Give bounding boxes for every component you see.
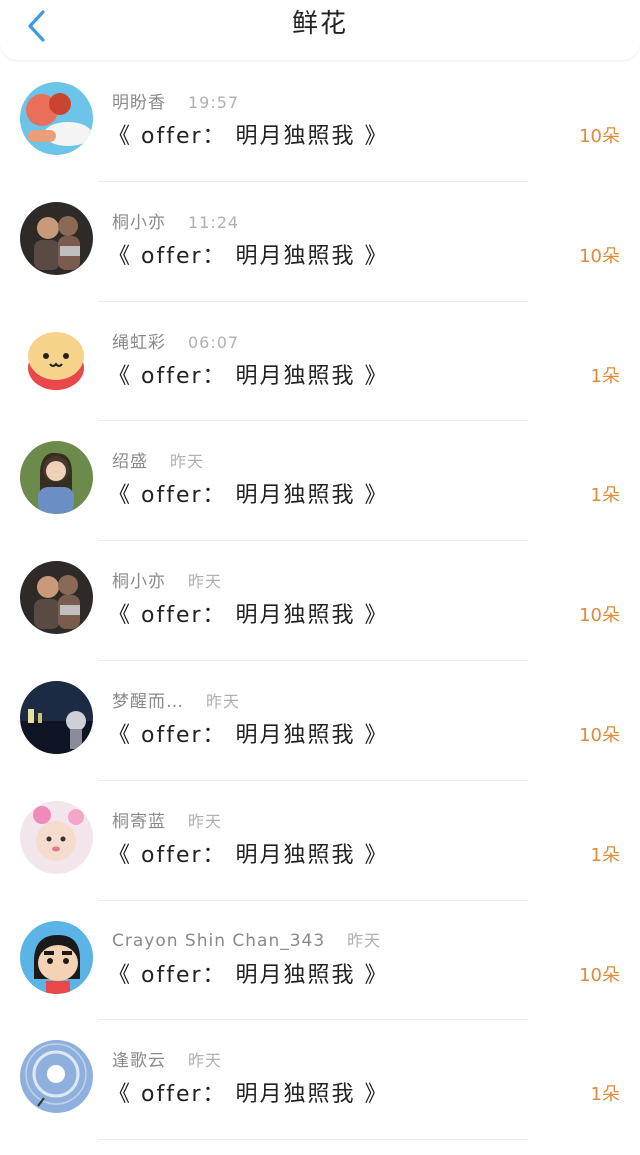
girl-photo-avatar [20,441,93,515]
avatar[interactable] [20,680,93,754]
avatar[interactable] [20,920,93,994]
baby-photo-avatar [20,800,93,874]
message-text: 《 offer： 明月独照我 》 [108,1082,389,1108]
avatar[interactable] [20,201,93,275]
cartoon-illustration-avatar [20,82,93,155]
message-text: 《 offer： 明月独照我 》 [108,243,389,269]
page-title: 鲜花 [291,9,348,39]
sender-name[interactable]: 明盼香 [112,88,166,113]
flower-count: 1朵 [590,1084,620,1106]
list-item[interactable]: 明盼香 19:57 《 offer： 明月独照我 》 10朵 [0,62,640,182]
list-item[interactable]: 梦醒而… 昨天《 offer： 明月独照我 》 10朵 [0,661,640,781]
timestamp: 昨天 [188,572,223,592]
avatar[interactable] [20,561,93,635]
sender-name[interactable]: Crayon Shin Chan_343 [112,931,325,951]
list-item[interactable]: 桐小亦 11:24 《 offer： 明月独照我 》 10朵 [0,182,640,302]
flower-list-page: 鲜花 明盼香 19:57 《 offer： 明月独照我 》 10朵 桐小亦 11:24 《 … [0,0,640,1155]
sender-name[interactable]: 梦醒而… [112,687,184,712]
avatar[interactable] [20,82,93,155]
list-item[interactable]: Crayon Shin Chan_343 昨天《 offer： 明月独照我 》 10… [0,901,640,1021]
flower-count: 10朵 [579,605,620,627]
list-item[interactable]: 绍盛 昨天《 offer： 明月独照我 》 1朵 [0,421,640,542]
flower-count: 10朵 [579,724,620,746]
sky-halo-avatar [20,1040,93,1114]
avatar[interactable] [20,321,93,395]
timestamp: 11:24 [188,212,240,232]
message-text: 《 offer： 明月独照我 》 [108,363,389,389]
timestamp: 昨天 [170,452,205,472]
sender-name[interactable]: 逢歌云 [112,1046,166,1071]
timestamp: 昨天 [188,811,223,831]
sender-name[interactable]: 绳虹彩 [112,328,166,353]
couple-photo-avatar [20,561,93,635]
sender-info: 桐小亦 昨天 [112,567,222,592]
timestamp: 06:07 [188,332,240,352]
sender-name[interactable]: 桐寄蓝 [112,807,166,832]
sender-info: 绳虹彩 06:07 [112,328,239,353]
flower-count: 1朵 [590,844,620,866]
sender-name[interactable]: 桐小亦 [112,567,166,592]
list-item[interactable]: 桐寄蓝 昨天《 offer： 明月独照我 》 1朵 [0,781,640,901]
sender-info: 绍盛 昨天 [112,447,204,472]
crayon-shinchan-avatar [20,920,93,994]
sender-info: 梦醒而… 昨天 [112,687,240,712]
timestamp: 昨天 [347,930,382,950]
sender-info: 桐小亦 11:24 [112,208,239,233]
top-bar: 鲜花 [0,0,640,60]
cute-cartoon-face-avatar [20,321,93,395]
avatar[interactable] [20,441,93,515]
timestamp: 19:57 [188,93,240,112]
sender-info: Crayon Shin Chan_343 昨天 [112,927,381,951]
list-item[interactable]: 逢歌云 昨天《 offer： 明月独照我 》 1朵 [0,1020,640,1141]
message-text: 《 offer： 明月独照我 》 [108,842,389,868]
timestamp: 昨天 [188,1051,223,1071]
avatar[interactable] [20,1040,93,1114]
gift-list: 明盼香 19:57 《 offer： 明月独照我 》 10朵 桐小亦 11:24 《 off… [0,62,640,1141]
message-text: 《 offer： 明月独照我 》 [108,483,389,509]
avatar[interactable] [20,800,93,874]
flower-count: 1朵 [590,485,620,507]
flower-count: 1朵 [590,365,620,387]
flower-count: 10朵 [579,126,620,147]
message-text: 《 offer： 明月独照我 》 [108,962,389,988]
flower-count: 10朵 [579,245,620,267]
couple-photo-avatar [20,201,93,275]
list-item[interactable]: 绳虹彩 06:07 《 offer： 明月独照我 》 1朵 [0,302,640,422]
message-text: 《 offer： 明月独照我 》 [108,603,389,629]
list-item[interactable]: 桐小亦 昨天《 offer： 明月独照我 》 10朵 [0,541,640,661]
timestamp: 昨天 [206,691,241,711]
flower-count: 10朵 [579,964,620,986]
message-text: 《 offer： 明月独照我 》 [108,722,389,748]
message-text: 《 offer： 明月独照我 》 [108,124,389,149]
sender-info: 明盼香 19:57 [112,88,239,113]
sender-name[interactable]: 桐小亦 [112,208,166,233]
divider [98,1139,528,1141]
sender-info: 桐寄蓝 昨天 [112,807,222,832]
sender-name[interactable]: 绍盛 [112,447,148,472]
sender-info: 逢歌云 昨天 [112,1046,222,1071]
night-city-avatar [20,680,93,754]
